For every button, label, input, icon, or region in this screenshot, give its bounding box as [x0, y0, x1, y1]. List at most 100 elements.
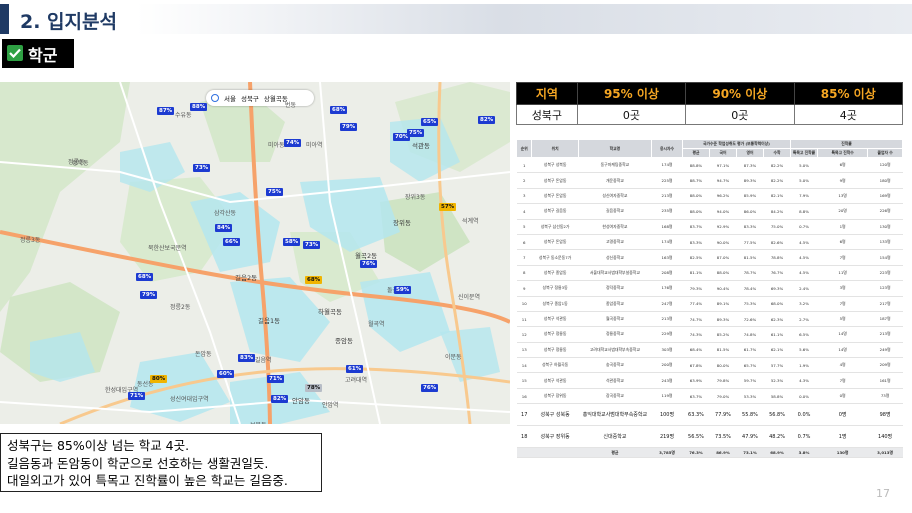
school-pin-rate[interactable]: 80% [150, 375, 168, 383]
detail-table-cell: 성북구 석관동 [531, 372, 579, 389]
school-pin[interactable]: 88% [190, 103, 208, 111]
school-pin-rate[interactable]: 84% [215, 224, 233, 232]
school-pin[interactable]: 73% [303, 241, 321, 249]
detail-header-cell: 수학 [762, 148, 792, 158]
detail-table-cell: 83.7% [682, 219, 710, 235]
detail-table-cell: 168명 [651, 219, 683, 235]
school-pin-rate[interactable]: 88% [190, 103, 208, 111]
school-pin[interactable]: 61% [346, 365, 364, 373]
map-place-label: 장위동 [393, 219, 411, 227]
school-pin[interactable]: 71% [267, 375, 285, 383]
detail-table-cell: 243명 [651, 372, 683, 389]
school-pin-rate[interactable]: 57% [439, 203, 457, 211]
school-pin-rate[interactable]: 73% [193, 164, 211, 172]
school-pin[interactable]: 87% [157, 107, 175, 115]
school-pin[interactable]: 75% [266, 188, 284, 196]
detail-header-cell: 평균 [681, 148, 710, 158]
school-pin[interactable]: 82% [478, 116, 496, 124]
school-pin-rate[interactable]: 71% [128, 392, 146, 400]
detail-table-cell: 120명 [867, 157, 903, 174]
detail-table-cell: 169명 [867, 188, 903, 205]
school-pin[interactable]: 58% [283, 238, 301, 246]
detail-table-cell: 140명 [867, 425, 903, 449]
school-pin-rate[interactable]: 75% [407, 129, 425, 137]
location-target-icon[interactable] [211, 94, 219, 102]
school-pin[interactable]: 65% [421, 118, 439, 126]
caption-line: 성북구는 85%이상 넘는 학교 4곳. [7, 438, 190, 453]
school-pin-rate[interactable]: 73% [303, 241, 321, 249]
school-pin-rate[interactable]: 82% [271, 395, 289, 403]
detail-table-cell: 77.4% [682, 296, 710, 312]
detail-average-row: 평균 3,785명 76.3% 86.9% 73.1% 68.9% 3.8% 130명 3,01… [516, 447, 903, 459]
school-pin-rate[interactable]: 68% [330, 106, 348, 114]
school-pin[interactable]: 80% [150, 375, 168, 383]
school-pin[interactable]: 84% [215, 224, 233, 232]
school-detail-table: 순위 위치 학교명 응시자수 국가수준 학업성취도 평가 (보통학력이상) 진학… [516, 139, 903, 491]
school-map[interactable]: 서울 성북구 상월곡동 정릉동 성북동 돈암동 북한산보국문역 길음2동 길음1동 월곡2동… [0, 82, 510, 424]
summary-header-cell: 85% 이상 [793, 82, 904, 105]
detail-table-cell: 56.5% [682, 425, 710, 449]
school-pin-rate[interactable]: 82% [478, 116, 496, 124]
school-pin-rate[interactable]: 79% [340, 123, 358, 131]
detail-table-cell: 5.0% [790, 172, 818, 189]
detail-table-cell: 225명 [651, 172, 683, 189]
school-pin[interactable]: 78% [305, 384, 323, 392]
school-pin-rate[interactable]: 71% [267, 375, 285, 383]
detail-table-cell: 성신여자중학교 [578, 188, 652, 205]
detail-table-cell: 85.2% [709, 326, 737, 343]
school-pin-rate[interactable]: 60% [217, 370, 235, 378]
school-pin-rate[interactable]: 74% [284, 139, 302, 147]
detail-table-cell: 123명 [867, 280, 903, 297]
school-pin[interactable]: 66% [223, 238, 241, 246]
school-pin[interactable]: 57% [439, 203, 457, 211]
school-pin[interactable]: 79% [140, 291, 158, 299]
detail-table-cell: 0.7% [790, 425, 818, 449]
school-pin-rate[interactable]: 75% [266, 188, 284, 196]
school-pin[interactable]: 71% [128, 392, 146, 400]
school-pin[interactable]: 59% [394, 286, 412, 294]
map-place-label: 미아동 [268, 142, 285, 149]
school-pin-rate[interactable]: 68% [305, 276, 323, 284]
school-pin-rate[interactable]: 78% [305, 384, 323, 392]
detail-table-cell: 100명 [651, 403, 683, 427]
school-pin-rate[interactable]: 58% [283, 238, 301, 246]
detail-header-cell: 특목고 진학수 [817, 148, 869, 158]
summary-header-row: 지역 95% 이상 90% 이상 85% 이상 [516, 82, 904, 105]
school-pin[interactable]: 60% [217, 370, 235, 378]
school-pin-rate[interactable]: 61% [346, 365, 364, 373]
school-pin-rate[interactable]: 66% [223, 238, 241, 246]
school-pin[interactable]: 79% [340, 123, 358, 131]
school-pin[interactable]: 76% [421, 384, 439, 392]
school-pin-rate[interactable]: 83% [238, 354, 256, 362]
school-pin-rate[interactable]: 79% [140, 291, 158, 299]
school-pin[interactable]: 68% [305, 276, 323, 284]
map-place-label: 삼각산동 [214, 210, 237, 217]
school-pin-rate[interactable]: 87% [157, 107, 175, 115]
school-pin[interactable]: 75% [407, 129, 425, 137]
school-pin[interactable]: 73% [193, 164, 211, 172]
school-pin[interactable]: 68% [330, 106, 348, 114]
school-pin-rate[interactable]: 59% [394, 286, 412, 294]
detail-table-cell: 성북구 장위동 [531, 425, 579, 449]
school-pin-rate[interactable]: 65% [421, 118, 439, 126]
school-pin-rate[interactable]: 76% [421, 384, 439, 392]
detail-table-cell: 48.2% [763, 425, 791, 449]
school-pin-rate[interactable]: 68% [136, 273, 154, 281]
school-pin[interactable]: 74% [284, 139, 302, 147]
detail-table-cell: 6.5% [790, 326, 818, 343]
map-location-toolbar[interactable]: 서울 성북구 상월곡동 [206, 90, 314, 106]
detail-table-cell: 229명 [651, 326, 683, 343]
page-title: 2. 입지분석 [20, 11, 117, 33]
school-pin[interactable]: 82% [271, 395, 289, 403]
school-pin[interactable]: 83% [238, 354, 256, 362]
summary-cell: 4곳 [793, 104, 904, 125]
detail-average-cell: 76.3% [682, 447, 710, 459]
school-pin[interactable]: 68% [136, 273, 154, 281]
map-toolbar-city[interactable]: 서울 [224, 93, 236, 103]
detail-table-row: 4 성북구 길음동 길음중학교 235명 88.0% 94.0% 86.0% 84.2% 8.8… [516, 203, 903, 220]
detail-table-cell: 81.1% [682, 265, 710, 282]
map-toolbar-district[interactable]: 성북구 [241, 93, 259, 103]
school-pin[interactable]: 76% [360, 260, 378, 268]
school-pin-rate[interactable]: 76% [360, 260, 378, 268]
detail-table-cell: 63.7% [682, 388, 710, 405]
